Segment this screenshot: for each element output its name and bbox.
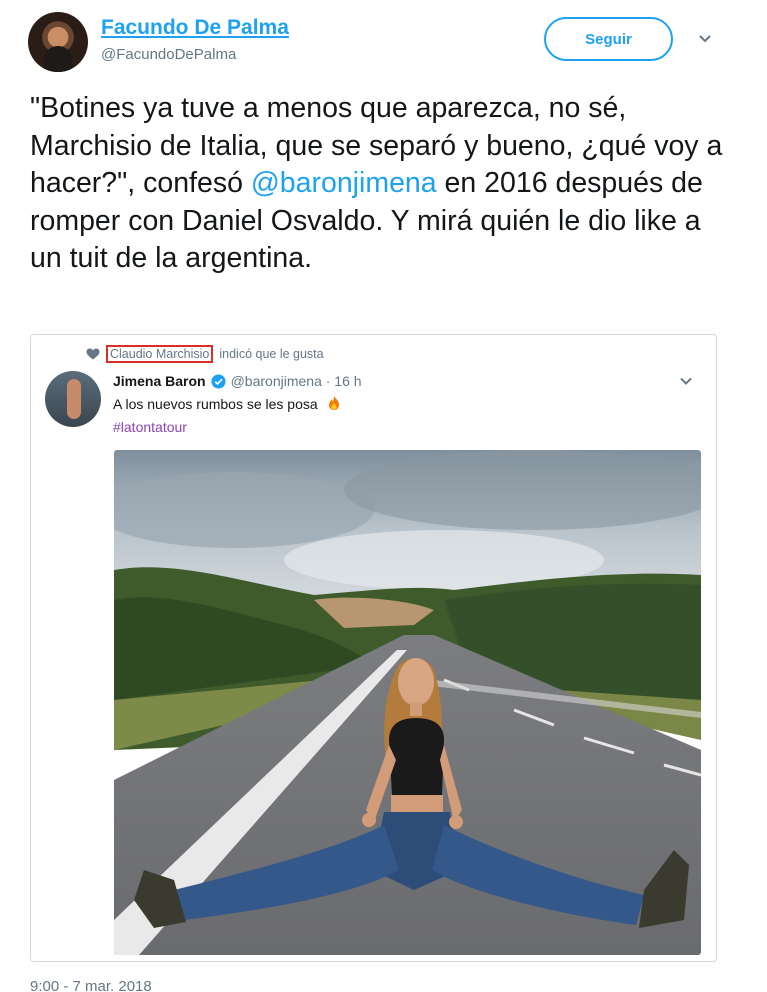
chevron-down-icon[interactable]: [696, 30, 714, 48]
liked-suffix: indicó que le gusta: [219, 347, 324, 361]
embedded-text-body: A los nuevos rumbos se les posa: [113, 396, 318, 412]
tweet-photo[interactable]: [114, 450, 701, 955]
liked-by-name[interactable]: Claudio Marchisio: [106, 345, 214, 363]
author-avatar[interactable]: [28, 12, 88, 72]
tweet-header: Facundo De Palma @FacundoDePalma Seguir: [28, 12, 728, 72]
tweet-text: "Botines ya tuve a menos que aparezca, n…: [30, 90, 730, 278]
follow-button[interactable]: Seguir: [544, 17, 673, 61]
embedded-author-name[interactable]: Jimena Baron: [113, 373, 206, 389]
embedded-avatar[interactable]: [45, 371, 101, 427]
tweet-timestamp[interactable]: 9:00 - 7 mar. 2018: [30, 978, 152, 992]
fire-emoji-icon: [328, 396, 339, 410]
embedded-handle-time: @baronjimena · 16 h: [230, 373, 362, 389]
author-handle[interactable]: @FacundoDePalma: [101, 46, 236, 63]
liked-context: Claudio Marchisio indicó que le gusta: [86, 345, 324, 363]
embedded-text: A los nuevos rumbos se les posa: [113, 395, 342, 412]
hashtag-link[interactable]: #latontatour: [113, 419, 187, 435]
road-photo: [114, 450, 701, 955]
embedded-tweet[interactable]: Claudio Marchisio indicó que le gusta Ji…: [30, 334, 717, 962]
heart-icon: [86, 348, 100, 360]
mention-link[interactable]: @baronjimena: [251, 167, 437, 199]
verified-badge-icon: [211, 373, 226, 389]
chevron-down-icon[interactable]: [678, 373, 694, 389]
embedded-author: Jimena Baron @baronjimena · 16 h: [113, 373, 362, 389]
author-name[interactable]: Facundo De Palma: [101, 16, 289, 40]
